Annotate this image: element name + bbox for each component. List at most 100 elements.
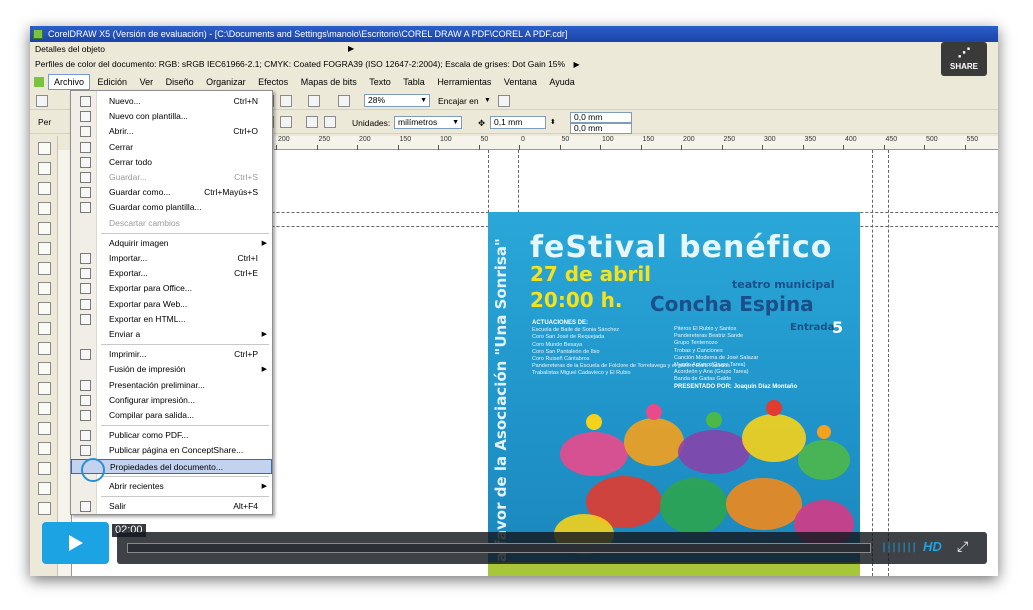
- file-menu-item[interactable]: Importar... Ctrl+I: [71, 251, 272, 266]
- connector-tool-icon[interactable]: [38, 402, 51, 415]
- duplicate-y-field[interactable]: 0,0 mm: [570, 123, 632, 134]
- nudge-distance-field[interactable]: 0,1 mm: [490, 116, 546, 129]
- crop-tool-icon[interactable]: [38, 182, 51, 195]
- file-menu-item-label: Importar...: [109, 253, 148, 263]
- shape-tool-icon[interactable]: [38, 162, 51, 175]
- file-menu-item[interactable]: Exportar para Office...: [71, 281, 272, 296]
- paper-size-label[interactable]: Per: [38, 115, 51, 129]
- fullscreen-icon[interactable]: ⤢: [957, 538, 968, 555]
- expand-arrow-icon[interactable]: ▶: [348, 42, 354, 56]
- menu-efectos[interactable]: Efectos: [253, 74, 293, 90]
- file-menu-item[interactable]: Nuevo... Ctrl+N: [71, 94, 272, 109]
- file-menu-item[interactable]: Exportar... Ctrl+E: [71, 266, 272, 281]
- file-menu-item[interactable]: Salir Alt+F4: [71, 499, 272, 514]
- file-menu-item[interactable]: Abrir... Ctrl+O: [71, 124, 272, 139]
- ellipse-tool-icon[interactable]: [38, 282, 51, 295]
- file-menu-item[interactable]: Guardar como plantilla...: [71, 200, 272, 215]
- file-menu-item-label: Enviar a: [109, 329, 141, 339]
- file-menu-item[interactable]: Guardar como... Ctrl+Mayús+S: [71, 185, 272, 200]
- file-menu-item[interactable]: Adquirir imagen ▶: [71, 236, 272, 251]
- menu-item-icon: [80, 156, 91, 168]
- all-pages-icon[interactable]: [306, 116, 318, 128]
- duplicate-x-field[interactable]: 0,0 mm: [570, 112, 632, 123]
- file-menu-item[interactable]: Enviar a ▶: [71, 327, 272, 342]
- file-menu-item[interactable]: Compilar para salida...: [71, 408, 272, 423]
- freehand-tool-icon[interactable]: [38, 222, 51, 235]
- text-tool-icon[interactable]: [38, 342, 51, 355]
- ruler-tick-label: 100: [438, 136, 452, 150]
- hd-toggle[interactable]: HD: [923, 539, 942, 554]
- file-menu-item[interactable]: Nuevo con plantilla...: [71, 109, 272, 124]
- color-profiles-text[interactable]: Perfiles de color del documento: RGB: sR…: [35, 59, 565, 69]
- zoom-level-select[interactable]: 28% ▼: [364, 94, 430, 107]
- window-title: CorelDRAW X5 (Versión de evaluación) - […: [48, 29, 568, 39]
- smart-fill-tool-icon[interactable]: [38, 242, 51, 255]
- file-menu-item[interactable]: Exportar en HTML...: [71, 312, 272, 327]
- spin-arrows-icon[interactable]: ⬍: [550, 116, 556, 130]
- eyedropper-tool-icon[interactable]: [38, 442, 51, 455]
- table-tool-icon[interactable]: [38, 362, 51, 375]
- file-menu-item[interactable]: Exportar para Web...: [71, 297, 272, 312]
- share-button[interactable]: ⋰ SHARE: [941, 42, 987, 76]
- progress-timeline[interactable]: [127, 543, 871, 553]
- play-button[interactable]: [42, 522, 109, 564]
- rectangle-tool-icon[interactable]: [38, 262, 51, 275]
- menu-ventana[interactable]: Ventana: [499, 74, 542, 90]
- menu-edicion[interactable]: Edición: [93, 74, 133, 90]
- menu-mapas-de-bits[interactable]: Mapas de bits: [296, 74, 362, 90]
- menu-archivo[interactable]: Archivo: [48, 74, 91, 90]
- file-menu-item[interactable]: Fusión de impresión ▶: [71, 362, 272, 377]
- file-menu-item[interactable]: Configurar impresión...: [71, 393, 272, 408]
- guideline: [872, 150, 873, 576]
- file-menu-item[interactable]: Imprimir... Ctrl+P: [71, 347, 272, 362]
- file-menu-item-label: Exportar para Web...: [109, 298, 188, 309]
- file-menu-item[interactable]: Cerrar: [71, 140, 272, 155]
- file-menu-item-shortcut: Ctrl+Mayús+S: [204, 187, 258, 198]
- file-menu-item-shortcut: Ctrl+N: [233, 96, 258, 106]
- expand-arrow-icon[interactable]: ▶: [573, 60, 579, 69]
- application-launcher-icon[interactable]: [308, 95, 320, 107]
- poster-artwork[interactable]: feStival benéfico 27 de abril 20:00 h. t…: [488, 212, 860, 576]
- blend-tool-icon[interactable]: [38, 422, 51, 435]
- new-document-icon[interactable]: [36, 95, 48, 107]
- menu-herramientas[interactable]: Herramientas: [432, 74, 496, 90]
- chevron-down-icon[interactable]: ▼: [484, 94, 491, 108]
- nudge-distance-value: 0,1 mm: [494, 117, 523, 127]
- fit-to-label[interactable]: Encajar en: [438, 94, 479, 108]
- current-page-icon[interactable]: [324, 116, 336, 128]
- fill-tool-icon[interactable]: [38, 482, 51, 495]
- export-icon[interactable]: [280, 95, 292, 107]
- units-select[interactable]: milímetros ▼: [394, 116, 462, 129]
- pick-tool-icon[interactable]: [38, 142, 51, 155]
- outline-tool-icon[interactable]: [38, 462, 51, 475]
- welcome-screen-icon[interactable]: [338, 95, 350, 107]
- file-menu-item[interactable]: Cerrar todo: [71, 155, 272, 170]
- file-menu-item[interactable]: Descartar cambios: [71, 216, 272, 231]
- file-menu-item[interactable]: Publicar como PDF...: [71, 428, 272, 443]
- landscape-icon[interactable]: [280, 116, 292, 128]
- interactive-fill-tool-icon[interactable]: [38, 502, 51, 515]
- menu-diseno[interactable]: Diseño: [161, 74, 199, 90]
- menu-ver[interactable]: Ver: [135, 74, 159, 90]
- basic-shapes-tool-icon[interactable]: [38, 322, 51, 335]
- menu-organizar[interactable]: Organizar: [201, 74, 251, 90]
- ruler-tick-label: 250: [316, 136, 331, 150]
- dimension-tool-icon[interactable]: [38, 382, 51, 395]
- units-label: Unidades:: [352, 118, 391, 128]
- menu-texto[interactable]: Texto: [364, 74, 396, 90]
- ruler-tick-label: 50: [559, 136, 570, 150]
- file-menu-item-shortcut: Alt+F4: [233, 501, 258, 511]
- file-menu-item[interactable]: Presentación preliminar...: [71, 378, 272, 393]
- file-menu-item-label: Compilar para salida...: [109, 410, 195, 420]
- file-menu-item[interactable]: Guardar... Ctrl+S: [71, 170, 272, 185]
- snap-to-icon[interactable]: [498, 95, 510, 107]
- file-menu-item[interactable]: Publicar página en ConceptShare...: [71, 443, 272, 458]
- volume-icon[interactable]: |||||||: [881, 542, 917, 553]
- polygon-tool-icon[interactable]: [38, 302, 51, 315]
- file-menu-item[interactable]: Abrir recientes ▶: [71, 479, 272, 494]
- menu-item-icon: [80, 187, 91, 199]
- zoom-tool-icon[interactable]: [38, 202, 51, 215]
- menu-ayuda[interactable]: Ayuda: [544, 74, 579, 90]
- menu-tabla[interactable]: Tabla: [398, 74, 430, 90]
- poster-bottom-band: [488, 562, 860, 576]
